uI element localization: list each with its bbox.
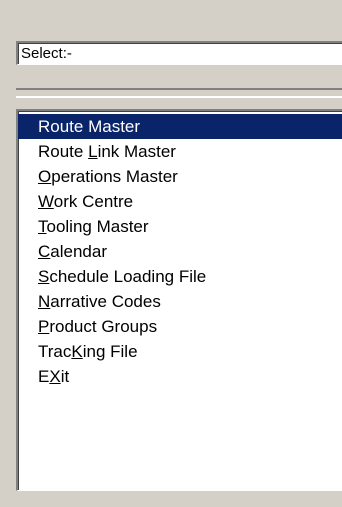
menu-list[interactable]: Route Master Route Link Master Operations … <box>16 109 342 491</box>
menu-item-route-link-master[interactable]: Route Link Master <box>18 139 342 164</box>
menu-item-label-pre: E <box>38 367 50 386</box>
menu-item-operations-master[interactable]: Operations Master <box>18 164 342 189</box>
menu-item-accelerator-key: L <box>88 142 98 161</box>
menu-item-accelerator-key: W <box>38 192 54 211</box>
select-field[interactable]: Select:- <box>16 41 342 65</box>
menu-item-label-pre: Route <box>38 142 89 161</box>
separator <box>16 88 342 98</box>
menu-item-calendar[interactable]: Calendar <box>18 239 342 264</box>
menu-item-accelerator-key: S <box>38 267 50 286</box>
menu-item-label-post: ing File <box>82 342 138 361</box>
menu-item-exit[interactable]: EXit <box>18 364 342 389</box>
menu-item-label-post: chedule Loading File <box>49 267 207 286</box>
menu-item-label-pre: Route Master <box>38 117 141 136</box>
menu-item-label-post: ooling Master <box>46 217 149 236</box>
menu-item-accelerator-key: X <box>49 367 61 386</box>
menu-item-accelerator-key: N <box>38 292 51 311</box>
menu-item-accelerator-key: O <box>38 167 52 186</box>
menu-item-accelerator-key: C <box>38 242 51 261</box>
menu-item-work-centre[interactable]: Work Centre <box>18 189 342 214</box>
menu-item-label-post: arrative Codes <box>50 292 161 311</box>
menu-item-route-master[interactable]: Route Master <box>18 114 342 139</box>
menu-item-accelerator-key: T <box>38 217 47 236</box>
menu-item-product-groups[interactable]: Product Groups <box>18 314 342 339</box>
menu-item-label-post: ink Master <box>97 142 176 161</box>
menu-item-tracking-file[interactable]: TracKing File <box>18 339 342 364</box>
menu-item-accelerator-key: K <box>71 342 83 361</box>
menu-item-tooling-master[interactable]: Tooling Master <box>18 214 342 239</box>
menu-item-narrative-codes[interactable]: Narrative Codes <box>18 289 342 314</box>
menu-item-label-post: ork Centre <box>53 192 134 211</box>
menu-item-label-post: alendar <box>50 242 107 261</box>
menu-item-label-post: it <box>60 367 70 386</box>
menu-item-accelerator-key: P <box>38 317 50 336</box>
menu-item-schedule-loading-file[interactable]: Schedule Loading File <box>18 264 342 289</box>
menu-item-label-post: perations Master <box>51 167 178 186</box>
menu-item-label-post: roduct Groups <box>49 317 158 336</box>
menu-item-label-pre: Trac <box>38 342 72 361</box>
